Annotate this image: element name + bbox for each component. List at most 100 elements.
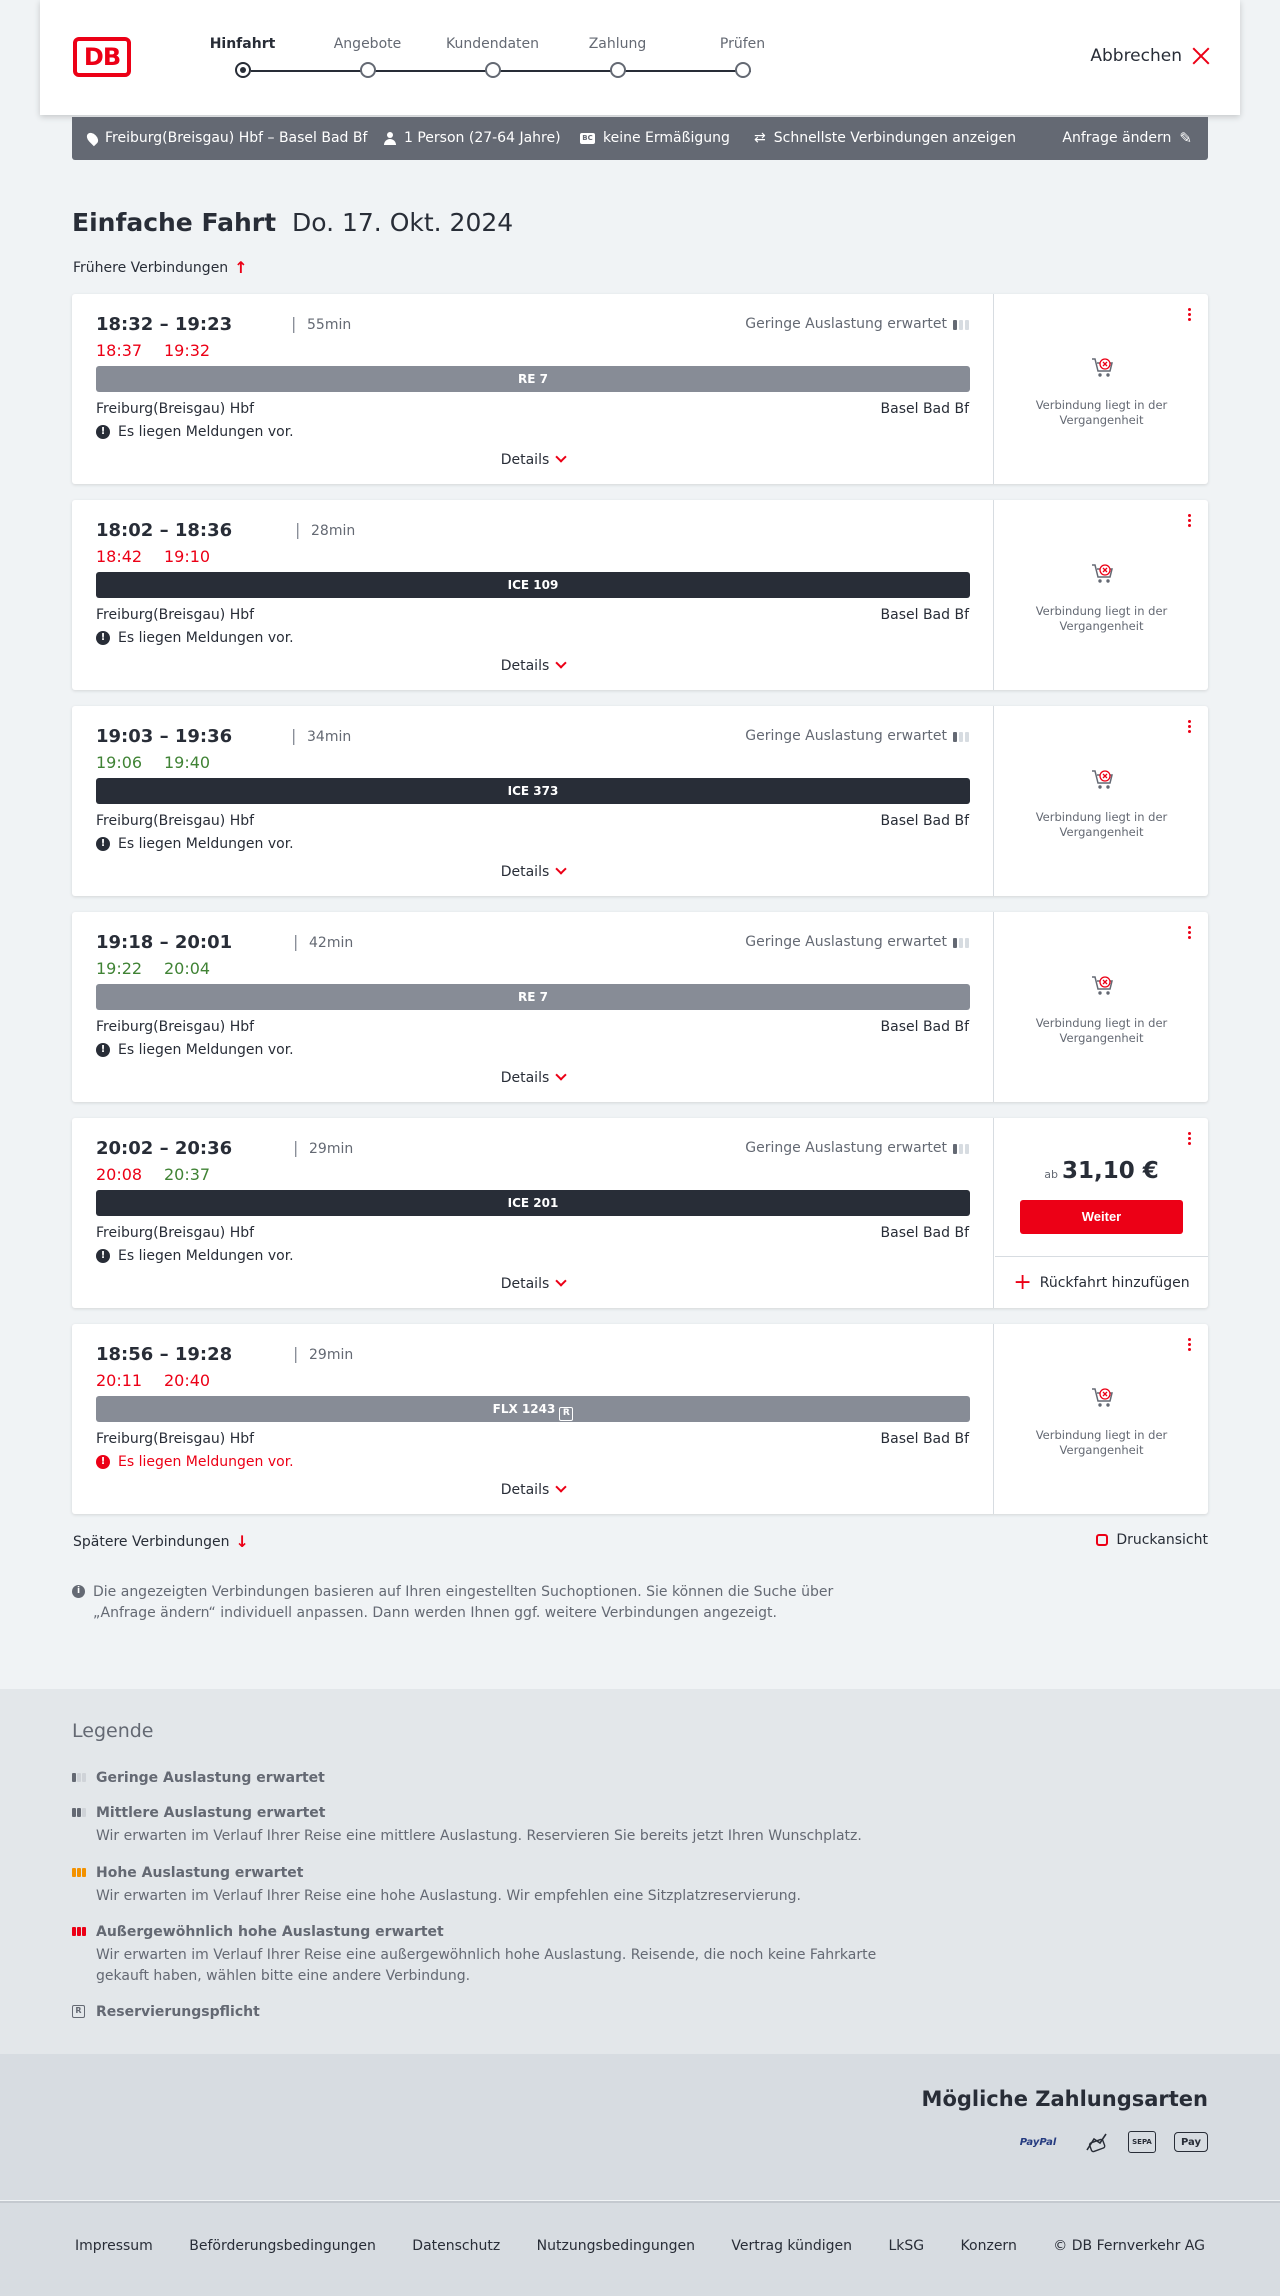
footer-links: Impressum Beförderungsbedingungen Datens… [0, 2238, 1280, 2254]
footer-link-nutzung[interactable]: Nutzungsbedingungen [537, 2238, 695, 2254]
change-query-button[interactable]: Anfrage ändern ✎ [1062, 117, 1192, 160]
details-toggle[interactable]: Details [72, 1481, 994, 1498]
price-value: 31,10 € [1061, 1158, 1159, 1184]
route-summary: Freiburg(Breisgau) Hbf – Basel Bad Bf [84, 117, 367, 160]
chevron-down-icon [555, 1275, 567, 1287]
add-return-label: Rückfahrt hinzufügen [1039, 1274, 1190, 1291]
details-label: Details [500, 864, 550, 880]
option-summary: ⇄ Schnellste Verbindungen anzeigen [754, 117, 1016, 160]
later-connections-button[interactable]: Spätere Verbindungen ↓ [73, 1532, 249, 1551]
more-options-icon[interactable] [1188, 1338, 1192, 1354]
arrival-station: Basel Bad Bf [880, 1225, 969, 1241]
chevron-down-icon [555, 657, 567, 669]
add-return-button[interactable]: + Rückfahrt hinzufügen [995, 1256, 1208, 1308]
alert-icon: ! [96, 837, 110, 851]
details-label: Details [500, 1276, 550, 1292]
connection-card: 20:02 – 20:36 | 29min 20:08 20:37 Gering… [72, 1118, 1208, 1308]
notice: ! Es liegen Meldungen vor. [96, 1042, 294, 1058]
footer-link-kuendigen[interactable]: Vertrag kündigen [731, 2238, 852, 2254]
past-connection-text: Verbindung liegt in der Vergangenheit [1035, 1016, 1168, 1045]
payment-icons: PayPal SEPA Pay [1010, 2131, 1208, 2153]
realtime-arrival: 20:37 [164, 1165, 211, 1184]
details-toggle[interactable]: Details [72, 863, 994, 880]
details-toggle[interactable]: Details [72, 1069, 994, 1086]
connection-details: 18:32 – 19:23 | 55min 18:37 19:32 Gering… [72, 294, 994, 484]
alert-icon: ! [96, 425, 110, 439]
separator: | [293, 1344, 299, 1363]
notice-text: Es liegen Meldungen vor. [118, 630, 294, 646]
footer-copyright: © DB Fernverkehr AG [1053, 2238, 1205, 2254]
discount-summary: BC keine Ermäßigung [580, 117, 730, 160]
earlier-label: Frühere Verbindungen [73, 259, 229, 276]
cancel-button[interactable]: Abbrechen [1090, 46, 1210, 66]
chevron-down-icon [555, 1481, 567, 1493]
earlier-connections-button[interactable]: Frühere Verbindungen ↑ [73, 258, 248, 277]
notice-text: Es liegen Meldungen vor. [118, 1042, 294, 1058]
notice-text: Es liegen Meldungen vor. [118, 836, 294, 852]
realtime-departure: 20:11 [96, 1371, 143, 1390]
chevron-down-icon [555, 1069, 567, 1081]
step-dot [360, 62, 376, 78]
continue-button[interactable]: Weiter [1020, 1200, 1183, 1234]
offer-panel: Verbindung liegt in der Vergangenheit [995, 500, 1208, 690]
more-options-icon[interactable] [1188, 514, 1192, 530]
legend-item-desc: Wir erwarten im Verlauf Ihrer Reise eine… [96, 1947, 877, 1984]
realtime-departure: 19:06 [96, 753, 143, 772]
step-zahlung: Zahlung [555, 34, 680, 78]
train-bar: ICE 373 [96, 778, 970, 804]
apple-pay-icon: Pay [1174, 2132, 1208, 2152]
location-pin-icon [84, 130, 101, 147]
more-options-icon[interactable] [1188, 1132, 1192, 1148]
legend-item-title: Geringe Auslastung erwartet [96, 1770, 325, 1786]
duration: 29min [309, 1141, 354, 1157]
train-name: ICE 109 [507, 578, 559, 592]
footer-link-impressum[interactable]: Impressum [75, 2238, 153, 2254]
realtime-arrival: 19:40 [164, 753, 211, 772]
change-query-label: Anfrage ändern [1062, 130, 1172, 146]
header: DB Hinfahrt Angebote Kundendaten Zahlung… [40, 0, 1240, 115]
step-dot [735, 62, 751, 78]
plus-icon: + [1013, 1269, 1032, 1295]
details-toggle[interactable]: Details [72, 657, 994, 674]
legend-section: Legende Geringe Auslastung erwartet Mitt… [0, 1689, 1280, 2054]
details-label: Details [500, 452, 550, 468]
more-options-icon[interactable] [1188, 720, 1192, 736]
payment-title: Mögliche Zahlungsarten [921, 2087, 1208, 2111]
step-kundendaten: Kundendaten [430, 34, 555, 78]
details-toggle[interactable]: Details [72, 451, 994, 468]
duration: 34min [307, 729, 352, 745]
occupancy-medium-icon [72, 1808, 86, 1817]
later-label: Spätere Verbindungen [73, 1533, 230, 1550]
alert-icon: ! [96, 1249, 110, 1263]
arrival-station: Basel Bad Bf [880, 401, 969, 417]
connection-card: 19:18 – 20:01 | 42min 19:22 20:04 Gering… [72, 912, 1208, 1102]
offer-panel: ab 31,10 € Weiter + Rückfahrt hinzufügen [995, 1118, 1208, 1308]
notice-text: Es liegen Meldungen vor. [118, 1454, 294, 1470]
arrival-station: Basel Bad Bf [880, 607, 969, 623]
footer-link-befoerderung[interactable]: Beförderungsbedingungen [189, 2238, 376, 2254]
price: ab 31,10 € [995, 1158, 1208, 1184]
connection-details: 19:03 – 19:36 | 34min 19:06 19:40 Gering… [72, 706, 994, 896]
footer-link-lksg[interactable]: LkSG [888, 2238, 924, 2254]
legend-item-desc: Wir erwarten im Verlauf Ihrer Reise eine… [96, 1888, 801, 1904]
arrow-up-icon: ↑ [234, 258, 248, 277]
train-name: FLX 1243 [492, 1402, 556, 1416]
step-dot [235, 62, 251, 78]
legend-title: Legende [72, 1720, 154, 1742]
more-options-icon[interactable] [1188, 926, 1192, 942]
info-text: Die angezeigten Verbindungen basieren au… [93, 1584, 834, 1621]
person-icon [384, 132, 396, 145]
footer-link-konzern[interactable]: Konzern [961, 2238, 1017, 2254]
offer-panel: Verbindung liegt in der Vergangenheit [995, 706, 1208, 896]
departure-station: Freiburg(Breisgau) Hbf [96, 1019, 255, 1035]
duration: 29min [309, 1347, 354, 1363]
train-name: RE 7 [518, 372, 548, 386]
trip-type: Einfache Fahrt [72, 208, 277, 237]
print-view-button[interactable]: Druckansicht [1096, 1532, 1208, 1548]
more-options-icon[interactable] [1188, 308, 1192, 324]
separator: | [291, 314, 297, 333]
details-toggle[interactable]: Details [72, 1275, 994, 1292]
occupancy-text: Geringe Auslastung erwartet [745, 1140, 947, 1156]
footer-link-datenschutz[interactable]: Datenschutz [412, 2238, 500, 2254]
db-logo[interactable]: DB [73, 37, 131, 77]
